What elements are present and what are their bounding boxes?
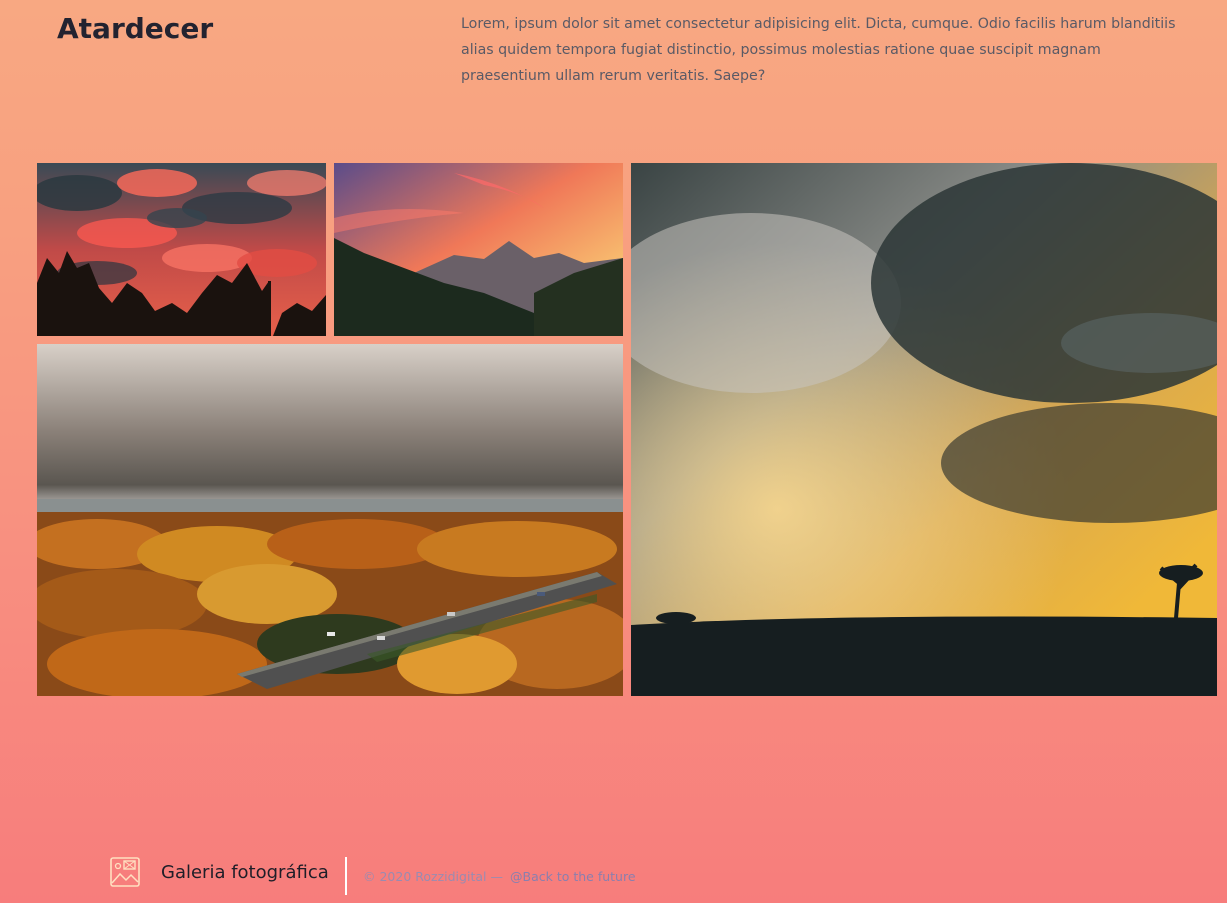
footer-copyright: © 2020 Rozzidigital — xyxy=(363,869,503,884)
mountain-sunset-image xyxy=(334,163,623,336)
gallery-photo-mountain-sunset[interactable] xyxy=(334,163,623,336)
image-gallery-icon[interactable] xyxy=(110,857,140,887)
gallery-photo-autumn-forest[interactable] xyxy=(37,344,623,696)
page-title: Atardecer xyxy=(57,12,214,45)
intro-text: Lorem, ipsum dolor sit amet consectetur … xyxy=(461,16,1176,84)
gallery-photo-red-clouds[interactable] xyxy=(37,163,326,336)
gallery-photo-stormy-savanna[interactable] xyxy=(631,163,1217,696)
autumn-forest-image xyxy=(37,344,623,696)
footer-credit-link[interactable]: @Back to the future xyxy=(510,868,636,886)
footer-divider xyxy=(345,857,347,895)
stormy-savanna-image xyxy=(631,163,1217,696)
red-clouds-image xyxy=(37,163,326,336)
footer-brand[interactable]: Galeria fotográfica xyxy=(161,860,329,886)
